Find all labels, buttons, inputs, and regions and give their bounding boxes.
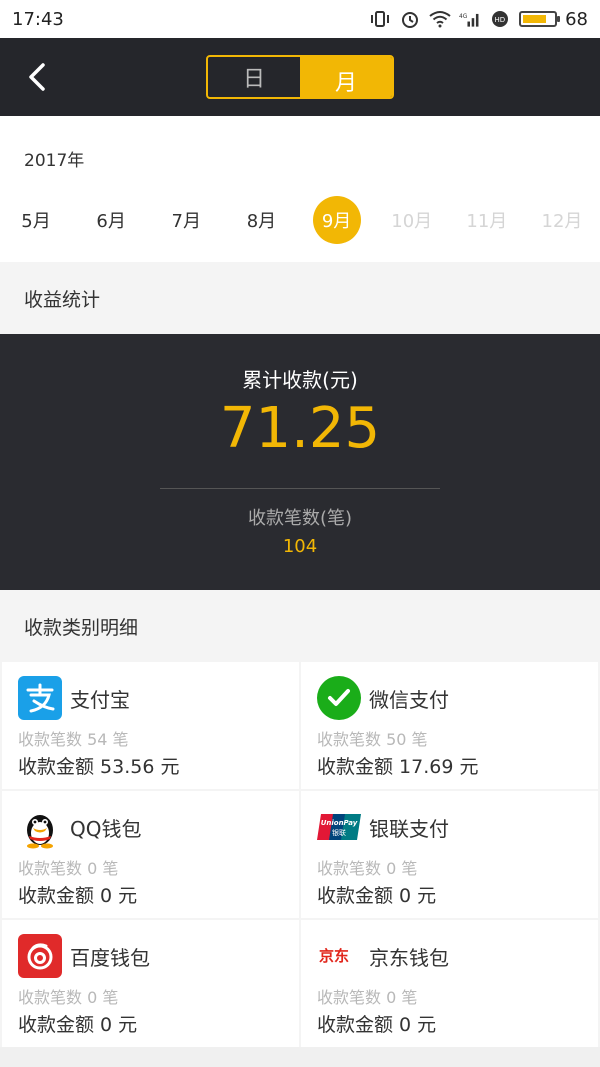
svg-text:HD: HD [495,16,506,24]
payment-card-baidu[interactable]: 百度钱包 收款笔数 0 笔 收款金额 0 元 [2,920,299,1047]
month-11: 11月 [466,211,508,232]
qq-wallet-icon [18,805,62,849]
total-amount-label: 累计收款(元) [242,368,358,392]
tab-day[interactable]: 日 [208,57,300,97]
payment-count: 收款笔数 0 笔 [18,859,119,878]
payment-card-wechat[interactable]: 微信支付 收款笔数 50 笔 收款金额 17.69 元 [301,662,598,789]
payment-count: 收款笔数 54 笔 [18,730,129,749]
alipay-icon [18,676,62,720]
wifi-icon [429,10,451,28]
payment-amount: 收款金额 0 元 [317,1014,437,1036]
payment-name: 银联支付 [369,817,449,841]
alarm-icon [399,10,421,28]
month-8[interactable]: 8月 [237,196,285,244]
year-label: 2017年 [24,151,85,171]
month-12: 12月 [541,211,583,232]
payment-type-grid: 支付宝 收款笔数 54 笔 收款金额 53.56 元 微信支付 收款笔数 50 … [0,662,600,1047]
summary-divider [160,488,440,489]
vibrate-icon [369,10,391,28]
payment-amount: 收款金额 53.56 元 [18,756,180,778]
month-9[interactable]: 9月 [312,196,361,244]
network-type: 4G [459,14,468,20]
payment-amount: 收款金额 0 元 [18,1014,138,1036]
payment-name: 微信支付 [369,688,449,712]
svg-text:银联: 银联 [332,828,346,837]
unionpay-icon: UnionPay 银联 [317,805,361,849]
payment-name: QQ钱包 [70,817,142,841]
payment-card-qq[interactable]: QQ钱包 收款笔数 0 笔 收款金额 0 元 [2,791,299,918]
payment-name: 京东钱包 [369,946,449,970]
earnings-summary: 累计收款(元) 71.25 收款笔数(笔) 104 [0,334,600,590]
payment-count: 收款笔数 0 笔 [317,859,418,878]
stats-section-title: 收益统计 [0,262,600,334]
signal-icon: 4G [459,10,481,28]
payment-card-jd[interactable]: 京东 京东钱包 收款笔数 0 笔 收款金额 0 元 [301,920,598,1047]
payment-count-label: 收款笔数(笔) [247,508,353,529]
payment-count: 收款笔数 0 笔 [317,988,418,1007]
payment-card-unionpay[interactable]: UnionPay 银联 银联支付 收款笔数 0 笔 收款金额 0 元 [301,791,598,918]
total-amount-value: 71.25 [219,396,381,461]
jd-wallet-icon: 京东 [317,934,361,978]
back-button[interactable] [18,58,56,96]
day-month-toggle: 日 月 [206,55,394,99]
payment-count: 收款笔数 0 笔 [18,988,119,1007]
hd-icon: HD [489,10,511,28]
payment-amount: 收款金额 0 元 [317,885,437,907]
month-selector: 5月 6月 7月 8月 9月 10月 11月 12月 [0,196,600,246]
top-bar: 日 月 [0,38,600,116]
baidu-wallet-icon [18,934,62,978]
status-bar: 17:43 4G HD 68 [0,0,600,38]
status-time: 17:43 [12,8,64,30]
svg-text:UnionPay: UnionPay [321,819,358,827]
wechat-pay-icon [317,676,361,720]
payment-name: 百度钱包 [70,946,150,970]
month-5[interactable]: 5月 [12,196,60,244]
battery-level: 68 [565,8,588,30]
payment-count: 收款笔数 50 笔 [317,730,428,749]
month-10: 10月 [391,211,433,232]
battery-icon [519,11,561,27]
svg-text:京东: 京东 [319,947,349,965]
tab-month[interactable]: 月 [300,57,392,97]
status-icons: 4G HD 68 [369,9,588,30]
back-arrow-icon [29,63,45,91]
payment-amount: 收款金额 17.69 元 [317,756,479,778]
payment-amount: 收款金额 0 元 [18,885,138,907]
month-7[interactable]: 7月 [162,196,210,244]
payment-name: 支付宝 [70,688,130,712]
month-6[interactable]: 6月 [87,196,135,244]
date-picker: 2017年 5月 6月 7月 8月 9月 10月 11月 12月 [0,116,600,262]
payment-card-alipay[interactable]: 支付宝 收款笔数 54 笔 收款金额 53.56 元 [2,662,299,789]
details-section-title: 收款类别明细 [0,590,600,662]
payment-count-value: 104 [282,536,318,557]
